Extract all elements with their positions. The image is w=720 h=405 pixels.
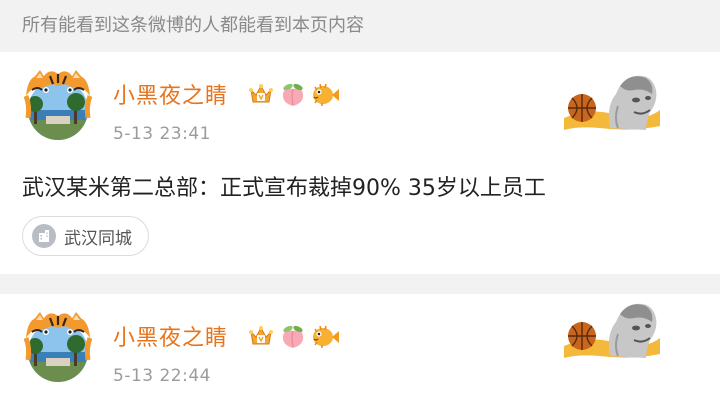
card-decoration-sticker bbox=[560, 66, 664, 136]
pufferfish-icon[interactable] bbox=[310, 322, 339, 350]
crown-badge-icon[interactable] bbox=[247, 322, 275, 350]
post-text[interactable]: 武汉某米第二总部：正式宣布裁掉90% 35岁以上员工 bbox=[22, 170, 546, 202]
post-timestamp[interactable]: 5-13 22:44 bbox=[113, 366, 211, 386]
location-tag[interactable]: 武汉同城 bbox=[22, 216, 149, 256]
basketball-player-sticker-icon bbox=[564, 75, 660, 130]
crown-badge-icon[interactable] bbox=[247, 80, 275, 108]
building-icon bbox=[32, 224, 56, 248]
peach-icon[interactable] bbox=[279, 81, 307, 109]
post-card[interactable]: 小黑夜之睛 bbox=[0, 294, 720, 405]
avatar[interactable] bbox=[20, 66, 96, 142]
tiger-avatar-icon bbox=[23, 312, 93, 382]
username[interactable]: 小黑夜之睛 bbox=[113, 78, 228, 110]
username[interactable]: 小黑夜之睛 bbox=[113, 320, 228, 352]
visibility-notice-text: 所有能看到这条微博的人都能看到本页内容 bbox=[22, 15, 364, 36]
weibo-feed-page: 所有能看到这条微博的人都能看到本页内容 小黑夜之睛 5-13 23:41 武汉某… bbox=[0, 0, 720, 405]
post-timestamp[interactable]: 5-13 23:41 bbox=[113, 124, 211, 144]
visibility-notice-banner: 所有能看到这条微博的人都能看到本页内容 bbox=[0, 0, 720, 52]
peach-icon[interactable] bbox=[279, 323, 307, 351]
post-card[interactable]: 小黑夜之睛 bbox=[0, 52, 720, 274]
pufferfish-icon[interactable] bbox=[310, 80, 339, 108]
avatar[interactable] bbox=[20, 308, 96, 384]
tiger-avatar-icon bbox=[23, 70, 93, 140]
location-label: 武汉同城 bbox=[64, 228, 132, 249]
card-decoration-sticker bbox=[560, 294, 664, 364]
basketball-player-sticker-icon bbox=[564, 303, 660, 358]
